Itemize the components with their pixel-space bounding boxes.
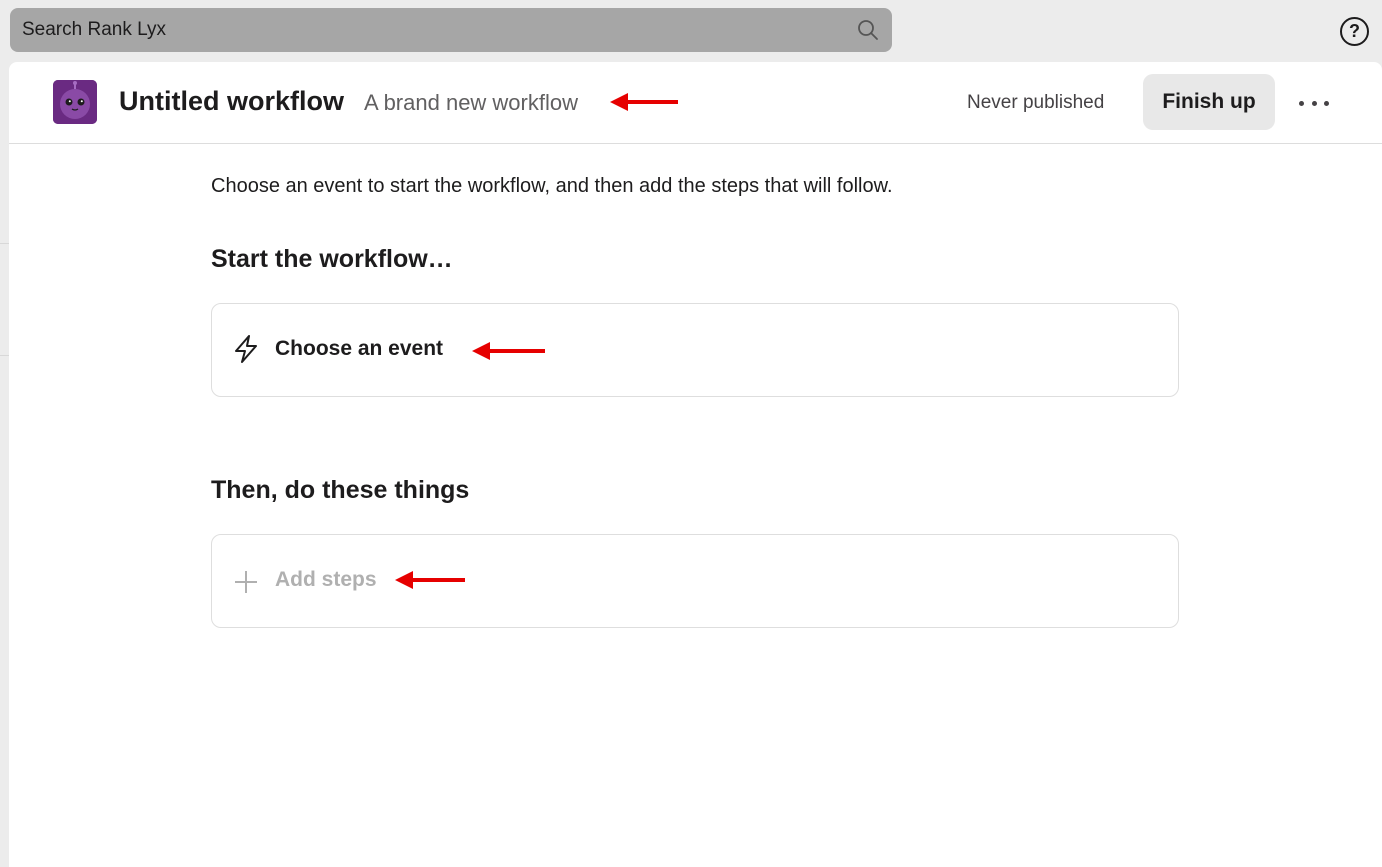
arrow-icon [472,342,545,360]
workflow-title[interactable]: Untitled workflow [119,86,344,117]
intro-text: Choose an event to start the workflow, a… [211,175,893,197]
search-icon[interactable] [856,18,880,42]
top-bar: Search Rank Lyx ? [0,0,1382,62]
workflow-avatar-icon[interactable] [53,80,97,124]
choose-event-card[interactable]: Choose an event [211,303,1179,397]
search-input[interactable]: Search Rank Lyx [22,19,856,41]
steps-section-title: Then, do these things [211,476,470,504]
workflow-header: Untitled workflow A brand new workflow N… [9,62,1382,144]
publish-status: Never published [967,92,1105,113]
workflow-subtitle[interactable]: A brand new workflow [364,90,578,116]
finish-up-button[interactable]: Finish up [1143,74,1275,130]
choose-event-label[interactable]: Choose an event [275,337,443,361]
arrow-icon [610,93,678,111]
help-icon[interactable]: ? [1340,17,1369,46]
search-bar[interactable]: Search Rank Lyx [10,8,892,52]
more-icon[interactable] [1299,92,1329,114]
add-steps-card[interactable]: Add steps [211,534,1179,628]
lightning-icon [235,335,257,363]
workflow-builder-panel: Untitled workflow A brand new workflow N… [9,62,1382,867]
start-section-title: Start the workflow… [211,245,453,273]
plus-icon [235,571,257,593]
arrow-icon [395,571,465,589]
add-steps-label[interactable]: Add steps [275,568,377,592]
